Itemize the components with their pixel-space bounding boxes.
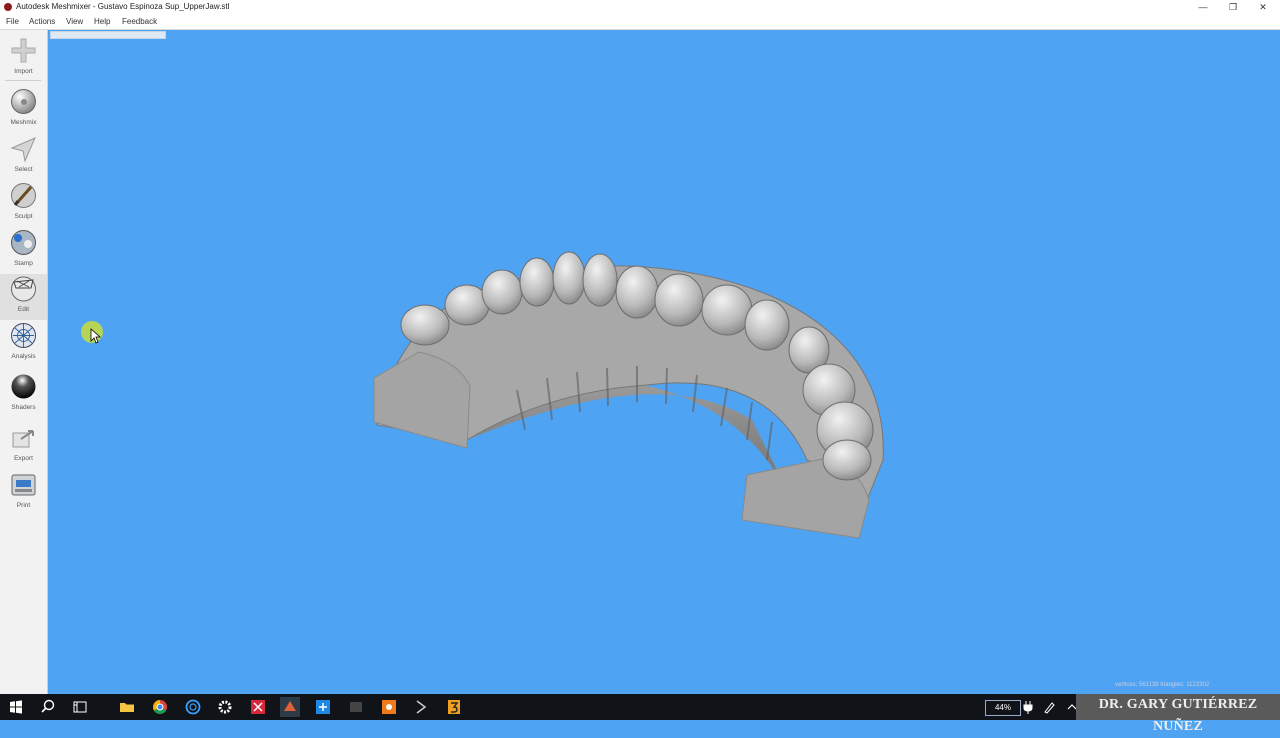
tool-shaders[interactable]: Shaders bbox=[0, 372, 47, 418]
analysis-icon bbox=[11, 323, 36, 348]
tool-stamp[interactable]: Stamp bbox=[0, 228, 47, 274]
menu-file[interactable]: File bbox=[6, 17, 19, 26]
blue-app-icon[interactable] bbox=[313, 697, 333, 717]
brush-icon bbox=[11, 183, 36, 208]
tool-sculpt[interactable]: Sculpt bbox=[0, 181, 47, 227]
tool-print[interactable]: Print bbox=[0, 470, 47, 516]
tool-import[interactable]: Import bbox=[0, 36, 47, 82]
tool-label: Sculpt bbox=[14, 213, 33, 220]
tool-label: Export bbox=[14, 455, 33, 462]
left-toolbar: Import Meshmix Select Sculpt Stamp Edit … bbox=[0, 30, 48, 694]
printer-icon bbox=[11, 474, 36, 496]
search-icon[interactable] bbox=[38, 697, 58, 717]
tool-select[interactable]: Select bbox=[0, 134, 47, 180]
tool-analysis[interactable]: Analysis bbox=[0, 321, 47, 367]
menu-help[interactable]: Help bbox=[94, 17, 110, 26]
tool-label: Edit bbox=[17, 306, 30, 313]
menu-view[interactable]: View bbox=[66, 17, 83, 26]
number-three-app-icon[interactable] bbox=[444, 697, 464, 717]
tool-edit[interactable]: Edit bbox=[0, 274, 47, 320]
script-app-icon[interactable] bbox=[411, 697, 431, 717]
windows-start-icon[interactable] bbox=[6, 697, 26, 717]
select-arrow-icon bbox=[10, 137, 36, 163]
mouse-cursor-icon bbox=[90, 328, 102, 344]
tool-meshmix[interactable]: Meshmix bbox=[0, 87, 47, 133]
tool-label: Print bbox=[16, 502, 31, 509]
power-plug-icon[interactable] bbox=[1018, 697, 1038, 717]
tool-label: Import bbox=[14, 68, 33, 75]
meshmix-icon bbox=[11, 89, 36, 114]
menu-actions[interactable]: Actions bbox=[29, 17, 55, 26]
task-view-icon[interactable] bbox=[70, 697, 90, 717]
edit-icon bbox=[11, 276, 36, 302]
orange-app-icon[interactable] bbox=[379, 697, 399, 717]
tool-label: Stamp bbox=[14, 260, 33, 267]
menu-feedback[interactable]: Feedback bbox=[122, 17, 157, 26]
meshmixer-taskbar-icon[interactable] bbox=[280, 697, 300, 717]
menu-bar: File Actions View Help Feedback bbox=[0, 15, 1280, 30]
dental-model[interactable] bbox=[47, 30, 1280, 694]
window-title: Autodesk Meshmixer - Gustavo Espinoza Su… bbox=[16, 2, 230, 11]
sphere-icon bbox=[11, 374, 36, 399]
minimize-button[interactable]: — bbox=[1188, 0, 1218, 15]
meshmixer-app-icon bbox=[4, 3, 12, 11]
pen-ink-icon[interactable] bbox=[1040, 697, 1060, 717]
plus-icon bbox=[11, 38, 36, 63]
toolbar-divider bbox=[5, 80, 41, 81]
title-bar: Autodesk Meshmixer - Gustavo Espinoza Su… bbox=[0, 0, 1280, 15]
settings-gear-icon[interactable] bbox=[215, 697, 235, 717]
tool-label: Meshmix bbox=[10, 119, 37, 126]
3d-viewport[interactable] bbox=[47, 30, 1280, 694]
dark-app-icon[interactable] bbox=[346, 697, 366, 717]
app-swirl-icon[interactable] bbox=[183, 697, 203, 717]
tool-label: Analysis bbox=[11, 353, 36, 360]
close-button[interactable]: ✕ bbox=[1248, 0, 1278, 15]
restore-button[interactable]: ❐ bbox=[1218, 0, 1248, 15]
battery-indicator[interactable]: 44% bbox=[985, 700, 1021, 716]
tool-label: Shaders bbox=[11, 404, 36, 411]
file-explorer-icon[interactable] bbox=[117, 697, 137, 717]
tool-export[interactable]: Export bbox=[0, 423, 47, 469]
watermark-overlay: DR. GARY GUTIÉRREZ NUÑEZ bbox=[1076, 694, 1280, 734]
mesh-stats: vertices: 561139 triangles: 1122302 bbox=[1115, 682, 1210, 688]
export-icon bbox=[12, 430, 34, 448]
chrome-icon[interactable] bbox=[150, 697, 170, 717]
tool-label: Select bbox=[14, 166, 33, 173]
red-app-icon[interactable] bbox=[248, 697, 268, 717]
stamp-icon bbox=[11, 230, 36, 255]
